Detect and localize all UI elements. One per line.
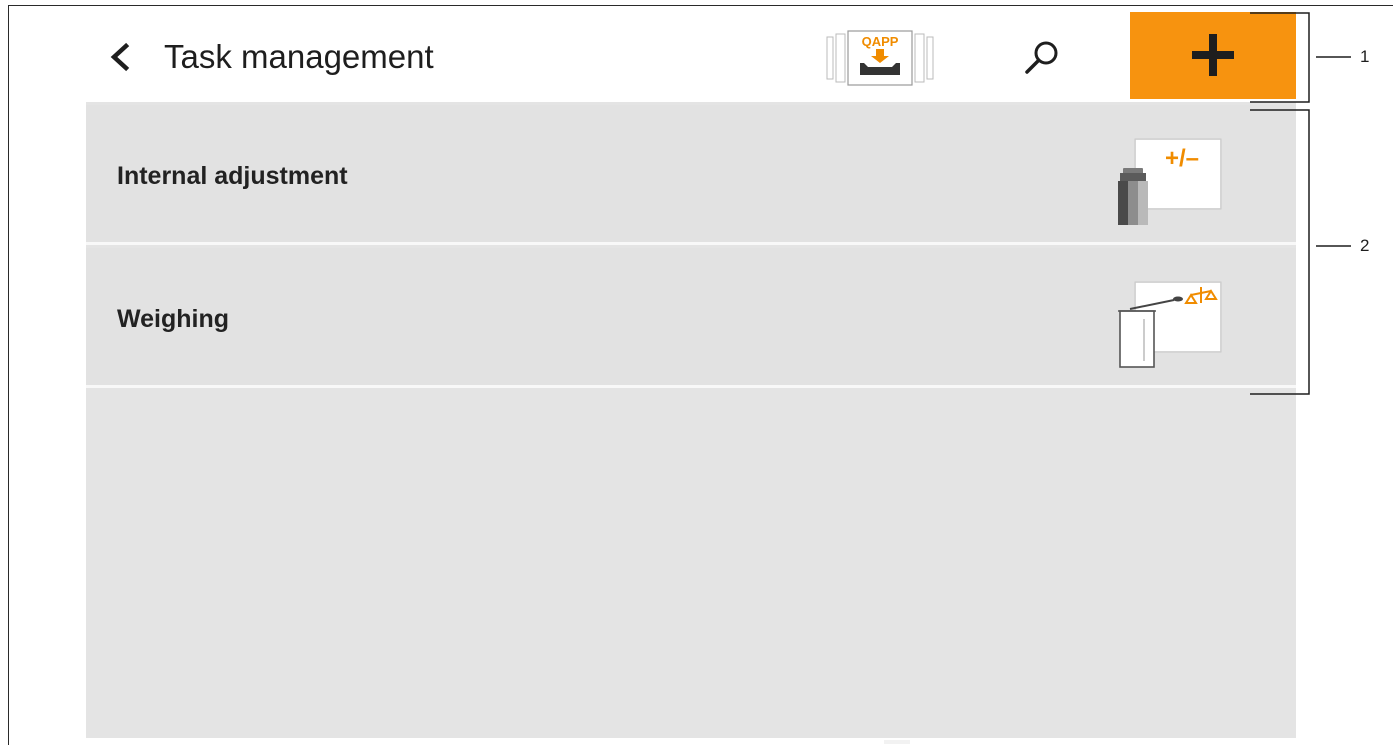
bottom-handle <box>884 740 910 744</box>
callout-brackets <box>1250 12 1351 395</box>
callout-number-task-list: 2 <box>1360 236 1370 255</box>
task-row-internal-adjustment[interactable]: Internal adjustment +/– <box>86 105 1296 245</box>
weighing-icon <box>1118 281 1222 368</box>
plus-icon <box>1192 34 1234 76</box>
internal-adjustment-icon: +/– <box>1118 138 1222 225</box>
qapp-label: QAPP <box>861 34 899 49</box>
qapp-import-button[interactable]: QAPP <box>824 29 936 87</box>
chevron-left-icon[interactable] <box>108 42 132 72</box>
task-label-internal-adjustment: Internal adjustment <box>117 162 348 190</box>
page-title: Task management <box>164 38 434 75</box>
task-row-weighing[interactable]: Weighing <box>86 248 1296 388</box>
adjustment-icon-text: +/– <box>1165 145 1199 172</box>
task-label-weighing: Weighing <box>117 305 230 333</box>
app-header: Task management QAPP <box>86 12 1296 102</box>
magnifier-icon[interactable] <box>1022 38 1062 78</box>
callout-number-header: 1 <box>1360 47 1370 66</box>
task-list: Internal adjustment +/– Weighing <box>86 102 1296 744</box>
